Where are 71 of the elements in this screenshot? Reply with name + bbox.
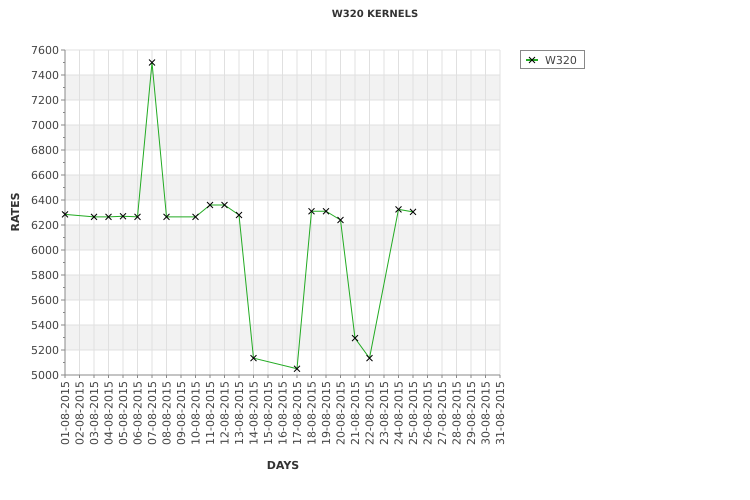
x-tick-label: 04-08-2015 <box>102 381 116 445</box>
point-marker <box>192 213 199 220</box>
point-marker <box>90 213 98 220</box>
legend-marker-icon <box>526 56 538 64</box>
x-tick-label: 29-08-2015 <box>465 381 478 445</box>
x-tick-label: 09-08-2015 <box>175 381 188 445</box>
point-marker <box>308 208 315 215</box>
point-marker <box>148 59 156 66</box>
y-tick-label: 7200 <box>31 94 59 107</box>
y-tick-label: 6600 <box>31 169 59 182</box>
y-tick-label: 5000 <box>31 369 59 382</box>
x-tick-label: 02-08-2015 <box>74 381 86 445</box>
point-marker <box>410 208 416 216</box>
legend-box <box>520 50 585 69</box>
point-marker <box>134 213 141 220</box>
y-tick-label: 5800 <box>31 269 59 282</box>
x-tick-label: 10-08-2015 <box>190 381 202 445</box>
point-marker <box>236 212 242 218</box>
point-marker <box>294 365 300 372</box>
x-tick-label: 25-08-2015 <box>407 381 420 445</box>
x-tick-label: 17-08-2015 <box>291 381 304 445</box>
x-tick-label: 22-08-2015 <box>364 381 376 445</box>
y-axis-title: RATES <box>9 192 22 232</box>
y-tick-label: 6000 <box>31 244 59 257</box>
x-tick-label: 24-08-2015 <box>392 381 406 445</box>
point-marker <box>322 208 330 215</box>
x-tick-label: 06-08-2015 <box>132 381 144 445</box>
x-tick-label: 14-08-2015 <box>248 381 260 445</box>
point-marker <box>163 213 170 220</box>
x-tick-label: 26-08-2015 <box>422 381 434 445</box>
point-marker <box>250 354 257 362</box>
y-tick-label: 6800 <box>31 144 59 157</box>
x-tick-label: 27-08-2015 <box>436 381 449 445</box>
x-tick-label: 28-08-2015 <box>450 381 464 445</box>
y-tick-label: 5400 <box>31 319 59 332</box>
x-tick-label: 20-08-2015 <box>334 381 348 445</box>
x-tick-label: 19-08-2015 <box>320 381 333 445</box>
x-tick-label: 13-08-2015 <box>233 381 246 445</box>
y-tick-label: 6200 <box>31 219 59 232</box>
point-marker <box>206 202 214 208</box>
chart-title: W320 KERNELS <box>332 9 418 20</box>
point-marker <box>352 334 358 342</box>
point-marker <box>337 216 344 224</box>
x-tick-label: 03-08-2015 <box>88 381 101 445</box>
legend-label: W320 <box>545 54 577 67</box>
x-axis-title: DAYS <box>266 459 300 472</box>
x-tick-label: 31-08-2015 <box>494 381 507 445</box>
x-tick-label: 21-08-2015 <box>349 381 362 445</box>
x-tick-label: 30-08-2015 <box>480 381 492 445</box>
point-marker <box>366 354 373 362</box>
y-tick-label: 5200 <box>31 344 59 357</box>
x-tick-label: 01-08-2015 <box>59 381 72 445</box>
point-marker <box>105 213 112 220</box>
x-tick-label: 11-08-2015 <box>204 381 217 445</box>
x-tick-label: 05-08-2015 <box>117 381 130 445</box>
x-tick-label: 15-08-2015 <box>262 381 275 445</box>
y-tick-label: 7400 <box>31 69 59 82</box>
x-tick-label: 07-08-2015 <box>146 381 159 445</box>
y-tick-label: 7600 <box>31 44 59 57</box>
y-tick-label: 6400 <box>31 194 59 207</box>
x-tick-label: 08-08-2015 <box>160 381 174 445</box>
x-tick-label: 23-08-2015 <box>378 381 391 445</box>
point-marker <box>62 210 68 218</box>
point-marker <box>120 212 126 220</box>
x-tick-label: 18-08-2015 <box>306 381 318 445</box>
point-marker <box>395 206 402 213</box>
x-tick-label: 16-08-2015 <box>276 381 290 445</box>
x-tick-label: 12-08-2015 <box>218 381 232 445</box>
point-marker <box>221 202 228 208</box>
y-tick-label: 5600 <box>31 294 59 307</box>
y-tick-label: 7000 <box>31 119 59 132</box>
